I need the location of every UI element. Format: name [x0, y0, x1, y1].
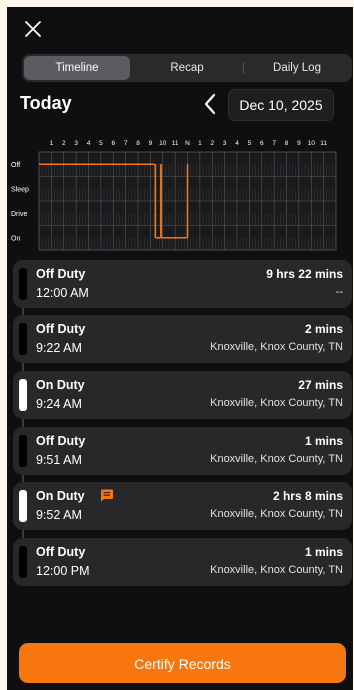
entry-duration: 1 mins [304, 545, 343, 559]
log-entry[interactable]: Off Duty 12:00 PM 1 mins Knoxville, Knox Co… [13, 538, 352, 586]
entry-duration: 1 mins [304, 434, 343, 448]
log-entry[interactable]: Off Duty 9:51 AM 1 mins Knoxville, Knox Cou… [13, 427, 352, 475]
duty-status-graph: 1 2 3 4 5 6 7 8 9 10 11 N 1 2 3 4 5 6 7 8 9 10 11 Off Sleep Drive… [7, 132, 353, 257]
graph-hour-label: 4 [87, 140, 91, 147]
status-indicator [19, 490, 27, 522]
entry-start-time: 9:51 AM [36, 453, 82, 467]
close-icon [25, 21, 41, 37]
graph-hour-label: 5 [99, 140, 103, 147]
graph-hour-label: 6 [111, 140, 115, 147]
entry-start-time: 9:22 AM [36, 341, 82, 355]
graph-hour-label: 8 [285, 140, 289, 147]
entry-start-time: 9:24 AM [36, 397, 82, 411]
graph-status-label: Drive [11, 211, 27, 218]
entry-duration: 2 hrs 8 mins [272, 489, 343, 503]
graph-hour-label: 10 [159, 140, 167, 147]
graph-hour-label: 1 [198, 140, 202, 147]
graph-hour-label: 9 [149, 140, 153, 147]
entry-status: Off Duty [36, 267, 86, 281]
graph-hour-label: 5 [248, 140, 252, 147]
log-entry[interactable]: On Duty 9:52 AM 2 hrs 8 mins Knoxville, Kno… [13, 482, 352, 530]
graph-status-label: Off [11, 162, 20, 169]
entry-status: On Duty [36, 489, 85, 503]
close-button[interactable] [23, 19, 43, 39]
previous-day-button[interactable] [200, 92, 222, 116]
entry-status: Off Duty [36, 545, 86, 559]
certify-records-button[interactable]: Certify Records [19, 643, 346, 683]
entry-status: Off Duty [36, 434, 86, 448]
status-indicator [19, 268, 27, 300]
status-indicator [19, 379, 27, 411]
log-entry[interactable]: Off Duty 12:00 AM 9 hrs 22 mins -- [13, 260, 352, 308]
entry-duration: 2 mins [304, 322, 343, 336]
status-indicator [19, 323, 27, 355]
graph-status-label: Sleep [11, 186, 29, 193]
graph-hour-label: 9 [297, 140, 301, 147]
graph-hour-label: 6 [260, 140, 264, 147]
graph-hour-label: 4 [235, 140, 239, 147]
graph-hour-label: 11 [172, 140, 179, 147]
graph-hour-label: 3 [223, 140, 227, 147]
graph-hour-label: 3 [74, 140, 78, 147]
entry-location: Knoxville, Knox County, TN [210, 341, 343, 353]
graph-hour-label: 7 [124, 140, 128, 147]
entry-status: On Duty [36, 378, 85, 392]
log-entry[interactable]: On Duty 9:24 AM 27 mins Knoxville, Knox Cou… [13, 371, 352, 419]
graph-hour-label: N [185, 140, 190, 147]
graph-hour-label: 11 [320, 140, 327, 147]
entry-start-time: 9:52 AM [36, 508, 82, 522]
graph-hour-label: 1 [50, 140, 54, 147]
entry-location: Knoxville, Knox County, TN [210, 508, 343, 520]
graph-hour-label: 2 [62, 140, 66, 147]
page-title: Today [20, 93, 72, 113]
status-indicator [19, 546, 27, 578]
message-icon[interactable] [99, 488, 114, 503]
entry-start-time: 12:00 PM [36, 564, 90, 578]
tab-timeline[interactable]: Timeline [24, 56, 130, 80]
entry-location: -- [335, 286, 343, 298]
entry-status: Off Duty [36, 322, 86, 336]
tab-recap[interactable]: Recap [134, 56, 240, 80]
entry-duration: 9 hrs 22 mins [266, 267, 343, 281]
entry-duration: 27 mins [298, 378, 343, 392]
graph-hour-label: 10 [308, 140, 316, 147]
graph-hour-label: 7 [272, 140, 276, 147]
hos-log-screen: Timeline Recap Daily Log Today Dec 10, 2… [7, 7, 353, 690]
entry-location: Knoxville, Knox County, TN [210, 453, 343, 465]
view-segmented-control: Timeline Recap Daily Log [22, 54, 352, 82]
graph-hour-label: 8 [136, 140, 140, 147]
date-picker[interactable]: Dec 10, 2025 [228, 89, 334, 121]
entry-location: Knoxville, Knox County, TN [210, 564, 343, 576]
entry-location: Knoxville, Knox County, TN [210, 397, 343, 409]
entry-start-time: 12:00 AM [36, 286, 89, 300]
graph-hour-label: 2 [210, 140, 214, 147]
chevron-left-icon [204, 93, 216, 115]
graph-status-label: On [11, 235, 20, 242]
tab-daily-log[interactable]: Daily Log [244, 56, 350, 80]
status-indicator [19, 435, 27, 467]
log-entry[interactable]: Off Duty 9:22 AM 2 mins Knoxville, Knox Cou… [13, 315, 352, 363]
